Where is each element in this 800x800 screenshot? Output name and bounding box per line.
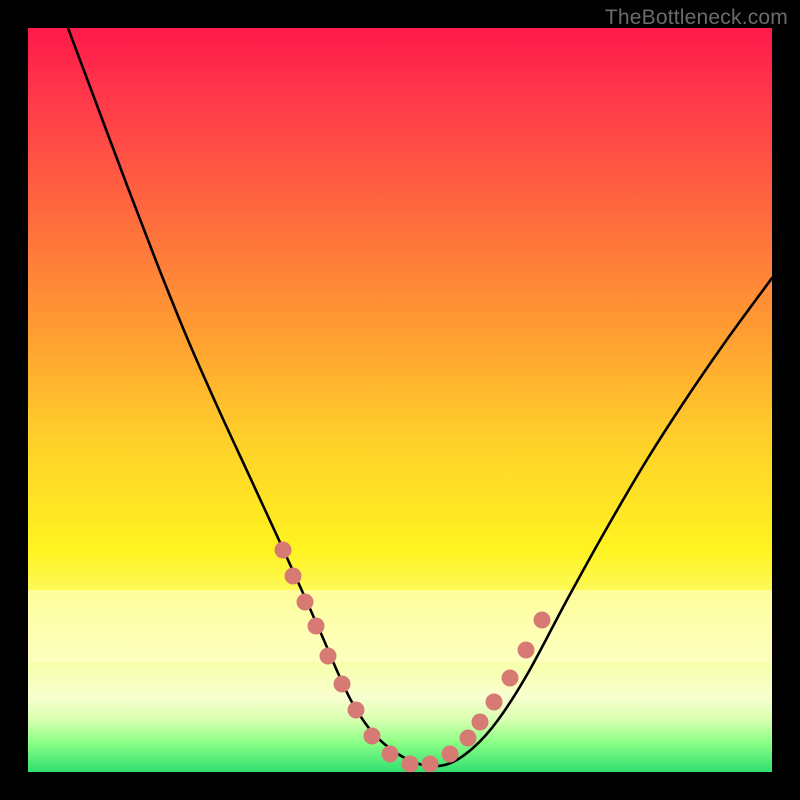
valley-marker	[422, 756, 439, 773]
valley-marker	[320, 648, 337, 665]
valley-marker	[402, 756, 419, 773]
valley-marker	[442, 746, 459, 763]
valley-marker	[486, 694, 503, 711]
watermark-text: TheBottleneck.com	[605, 6, 788, 30]
valley-marker	[460, 730, 477, 747]
plot-area	[28, 28, 772, 772]
valley-marker	[518, 642, 535, 659]
valley-markers	[275, 542, 551, 773]
valley-marker	[308, 618, 325, 635]
valley-marker	[502, 670, 519, 687]
valley-marker	[364, 728, 381, 745]
valley-marker	[382, 746, 399, 763]
valley-marker	[334, 676, 351, 693]
bottleneck-curve	[68, 28, 772, 766]
chart-svg	[28, 28, 772, 772]
valley-marker	[472, 714, 489, 731]
chart-frame: TheBottleneck.com	[0, 0, 800, 800]
valley-marker	[297, 594, 314, 611]
valley-marker	[348, 702, 365, 719]
valley-marker	[275, 542, 292, 559]
valley-marker	[285, 568, 302, 585]
valley-marker	[534, 612, 551, 629]
